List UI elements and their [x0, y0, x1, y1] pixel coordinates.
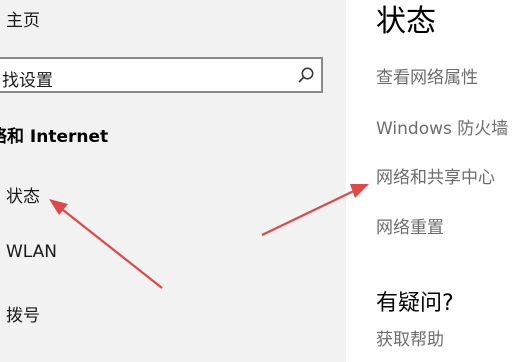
search-icon[interactable] [297, 66, 315, 84]
link-network-reset[interactable]: 网络重置 [376, 213, 444, 238]
settings-sidebar: 主页 找设置 络和 Internet 状态 WLAN 拨号 [0, 0, 346, 362]
sidebar-item-dialup[interactable]: 拨号 [6, 301, 40, 326]
sidebar-item-home[interactable]: 主页 [6, 6, 40, 31]
help-heading: 有疑问? [376, 291, 454, 316]
section-heading-network: 络和 Internet [0, 127, 109, 147]
main-content: 状态 查看网络属性 Windows 防火墙 网络和共享中心 网络重置 有疑问? … [346, 0, 514, 362]
link-get-help[interactable]: 获取帮助 [376, 325, 444, 350]
link-view-network-properties[interactable]: 查看网络属性 [376, 63, 478, 88]
sidebar-item-status[interactable]: 状态 [6, 182, 40, 207]
page-title: 状态 [376, 4, 436, 39]
search-input[interactable]: 找设置 [2, 66, 53, 91]
link-network-sharing-center[interactable]: 网络和共享中心 [376, 163, 495, 188]
settings-search-box[interactable]: 找设置 [0, 57, 323, 93]
sidebar-item-wlan[interactable]: WLAN [6, 242, 57, 262]
link-windows-firewall[interactable]: Windows 防火墙 [376, 114, 508, 139]
